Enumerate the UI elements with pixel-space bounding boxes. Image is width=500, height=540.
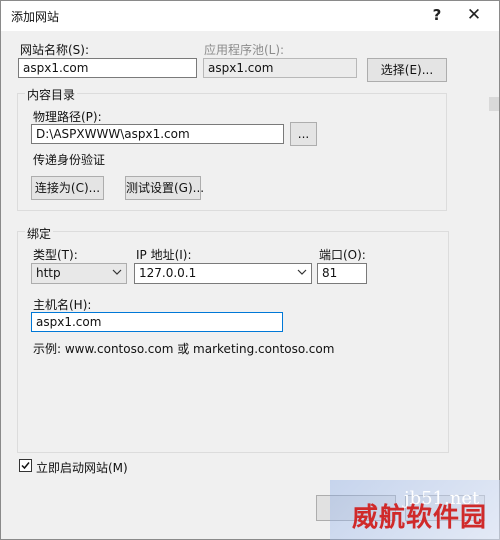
start-site-checkbox[interactable] bbox=[19, 459, 32, 472]
pass-through-auth-label: 传递身份验证 bbox=[33, 153, 106, 167]
browse-path-button[interactable]: ... bbox=[290, 122, 317, 146]
ip-address-select[interactable]: 127.0.0.1 bbox=[134, 263, 312, 284]
test-settings-button[interactable]: 测试设置(G)... bbox=[125, 176, 204, 200]
physical-path-label: 物理路径(P): bbox=[33, 110, 102, 124]
window-title: 添加网站 bbox=[11, 10, 60, 24]
chevron-down-icon bbox=[112, 269, 122, 275]
host-name-label: 主机名(H): bbox=[33, 298, 92, 312]
binding-type-value: http bbox=[36, 266, 61, 280]
chevron-down-icon bbox=[297, 269, 307, 275]
port-input[interactable]: 81 bbox=[317, 263, 367, 284]
physical-path-input[interactable]: D:\ASPXWWW\aspx1.com bbox=[31, 124, 284, 144]
site-name-label: 网站名称(S): bbox=[20, 43, 90, 57]
content-directory-title: 内容目录 bbox=[25, 86, 78, 103]
binding-title: 绑定 bbox=[25, 225, 54, 242]
help-button[interactable]: ? bbox=[425, 4, 449, 26]
site-name-input[interactable]: aspx1.com bbox=[18, 58, 197, 78]
app-pool-label: 应用程序池(L): bbox=[204, 43, 285, 57]
background-window-edge bbox=[489, 97, 499, 111]
watermark-text: 威航软件园 bbox=[352, 503, 488, 533]
binding-type-select[interactable]: http bbox=[31, 263, 127, 284]
host-name-example: 示例: www.contoso.com 或 marketing.contoso.… bbox=[33, 342, 335, 356]
close-button[interactable]: ✕ bbox=[462, 4, 486, 26]
binding-type-label: 类型(T): bbox=[33, 248, 78, 262]
ip-address-value: 127.0.0.1 bbox=[139, 266, 197, 280]
port-label: 端口(O): bbox=[319, 248, 366, 262]
host-name-input[interactable]: aspx1.com bbox=[31, 312, 283, 332]
select-app-pool-button[interactable]: 选择(E)... bbox=[367, 58, 447, 82]
title-bar: 添加网站 ? ✕ bbox=[1, 1, 499, 31]
connect-as-button[interactable]: 连接为(C)... bbox=[31, 176, 104, 200]
app-pool-field: aspx1.com bbox=[203, 58, 357, 78]
ip-address-label: IP 地址(I): bbox=[136, 248, 192, 262]
start-site-label: 立即启动网站(M) bbox=[36, 461, 128, 475]
add-website-dialog: 添加网站 ? ✕ 网站名称(S): aspx1.com 应用程序池(L): as… bbox=[0, 0, 500, 540]
checkmark-icon bbox=[21, 462, 30, 470]
